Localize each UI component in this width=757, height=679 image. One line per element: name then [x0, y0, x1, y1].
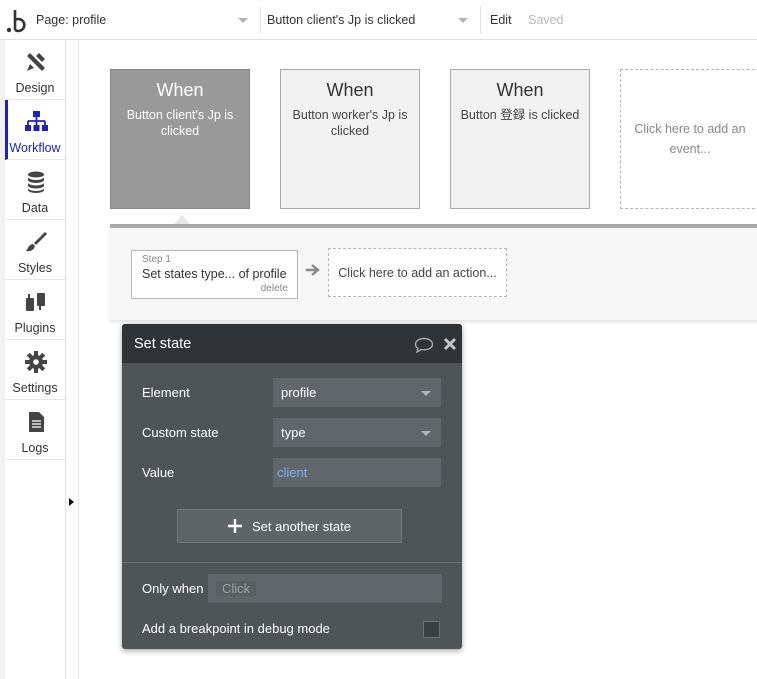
document-icon — [29, 412, 44, 432]
editor-header: Set state — [122, 324, 462, 363]
set-state-editor: Set state Element profile Custom state t… — [122, 324, 462, 649]
event-card-worker-jp[interactable]: When Button worker's Jp is clicked — [280, 69, 420, 209]
selection-pointer — [174, 215, 190, 224]
value-input[interactable]: client — [273, 458, 441, 487]
step-card[interactable]: Step 1 Set states type... of profile del… — [131, 250, 298, 299]
set-another-state-label: Set another state — [251, 518, 351, 534]
element-label: Element — [142, 385, 190, 400]
event-when-label: When — [156, 80, 204, 100]
only-when-placeholder: Click — [216, 581, 257, 596]
sidebar-item-label: Settings — [12, 381, 58, 395]
divider — [122, 562, 462, 563]
database-icon — [28, 171, 44, 193]
chevron-down-icon — [421, 431, 431, 436]
event-description: Button client's Jp is clicked — [126, 108, 234, 138]
event-card-client-jp[interactable]: When Button client's Jp is clicked — [110, 69, 250, 209]
add-event-label: Click here to add an event... — [634, 122, 746, 156]
chevron-down-icon — [421, 391, 431, 396]
only-when-label: Only when — [142, 581, 204, 596]
panel-divider — [78, 40, 79, 679]
sidebar-item-label: Plugins — [14, 321, 56, 335]
custom-state-label: Custom state — [142, 425, 219, 440]
divider — [480, 6, 481, 34]
event-description: Button worker's Jp is clicked — [292, 108, 408, 138]
breakpoint-label: Add a breakpoint in debug mode — [142, 621, 330, 636]
bubble-logo-icon[interactable] — [6, 6, 30, 34]
editor-title: Set state — [134, 336, 192, 352]
breakpoint-checkbox[interactable] — [423, 621, 440, 638]
event-when-label: When — [326, 80, 374, 100]
workflow-icon — [25, 111, 48, 131]
chevron-down-icon — [458, 18, 468, 23]
plus-icon — [227, 519, 242, 533]
close-icon[interactable] — [443, 337, 457, 351]
save-status: Saved — [528, 13, 564, 27]
page-selector-dropdown[interactable]: Page: profile — [30, 6, 258, 34]
value-label: Value — [142, 465, 175, 480]
edit-menu[interactable]: Edit — [490, 13, 512, 27]
sidebar-item-label: Logs — [21, 441, 49, 455]
gear-icon — [25, 351, 47, 373]
design-icon — [27, 53, 45, 71]
delete-step-link[interactable]: delete — [261, 283, 288, 294]
custom-state-value: type — [281, 425, 306, 440]
add-event-placeholder[interactable]: Click here to add an event... — [620, 69, 757, 209]
comment-icon[interactable] — [414, 337, 434, 353]
sidebar-item-plugins[interactable]: Plugins — [5, 280, 65, 340]
page-selector-label: Page: profile — [36, 13, 107, 27]
step-number: Step 1 — [142, 254, 171, 265]
only-when-input[interactable]: Click — [208, 574, 442, 603]
caret-right-icon[interactable] — [69, 498, 74, 506]
element-value: profile — [281, 385, 317, 400]
chevron-down-icon — [238, 18, 248, 23]
sidebar-item-data[interactable]: Data — [5, 160, 65, 220]
event-selector-label: Button client's Jp is clicked — [267, 13, 416, 27]
plug-icon — [26, 293, 45, 311]
sidebar-item-workflow[interactable]: Workflow — [5, 100, 65, 160]
sidebar-item-design[interactable]: Design — [5, 40, 65, 100]
sidebar-item-label: Styles — [17, 261, 53, 275]
sidebar-item-label: Design — [15, 81, 55, 95]
event-selector-dropdown[interactable]: Button client's Jp is clicked — [260, 6, 478, 34]
sidebar-item-settings[interactable]: Settings — [5, 340, 65, 400]
step-title: Set states type... of profile — [142, 267, 287, 281]
sidebar-item-label: Workflow — [9, 141, 61, 155]
set-another-state-button[interactable]: Set another state — [177, 509, 402, 543]
sidebar-item-logs[interactable]: Logs — [5, 400, 65, 460]
value-expression: client — [277, 465, 308, 480]
add-action-label: Click here to add an action... — [338, 265, 497, 280]
sidebar-item-label: Data — [21, 201, 49, 215]
sidebar-item-styles[interactable]: Styles — [5, 220, 65, 280]
event-when-label: When — [496, 80, 544, 100]
add-action-placeholder[interactable]: Click here to add an action... — [328, 248, 507, 297]
element-dropdown[interactable]: profile — [273, 378, 441, 407]
custom-state-dropdown[interactable]: type — [273, 418, 441, 447]
event-description: Button 登録 is clicked — [460, 108, 580, 122]
event-card-register[interactable]: When Button 登録 is clicked — [450, 69, 590, 209]
arrow-right-icon — [306, 264, 320, 276]
brush-icon — [26, 232, 47, 252]
top-bar: Page: profile Button client's Jp is clic… — [0, 0, 757, 40]
